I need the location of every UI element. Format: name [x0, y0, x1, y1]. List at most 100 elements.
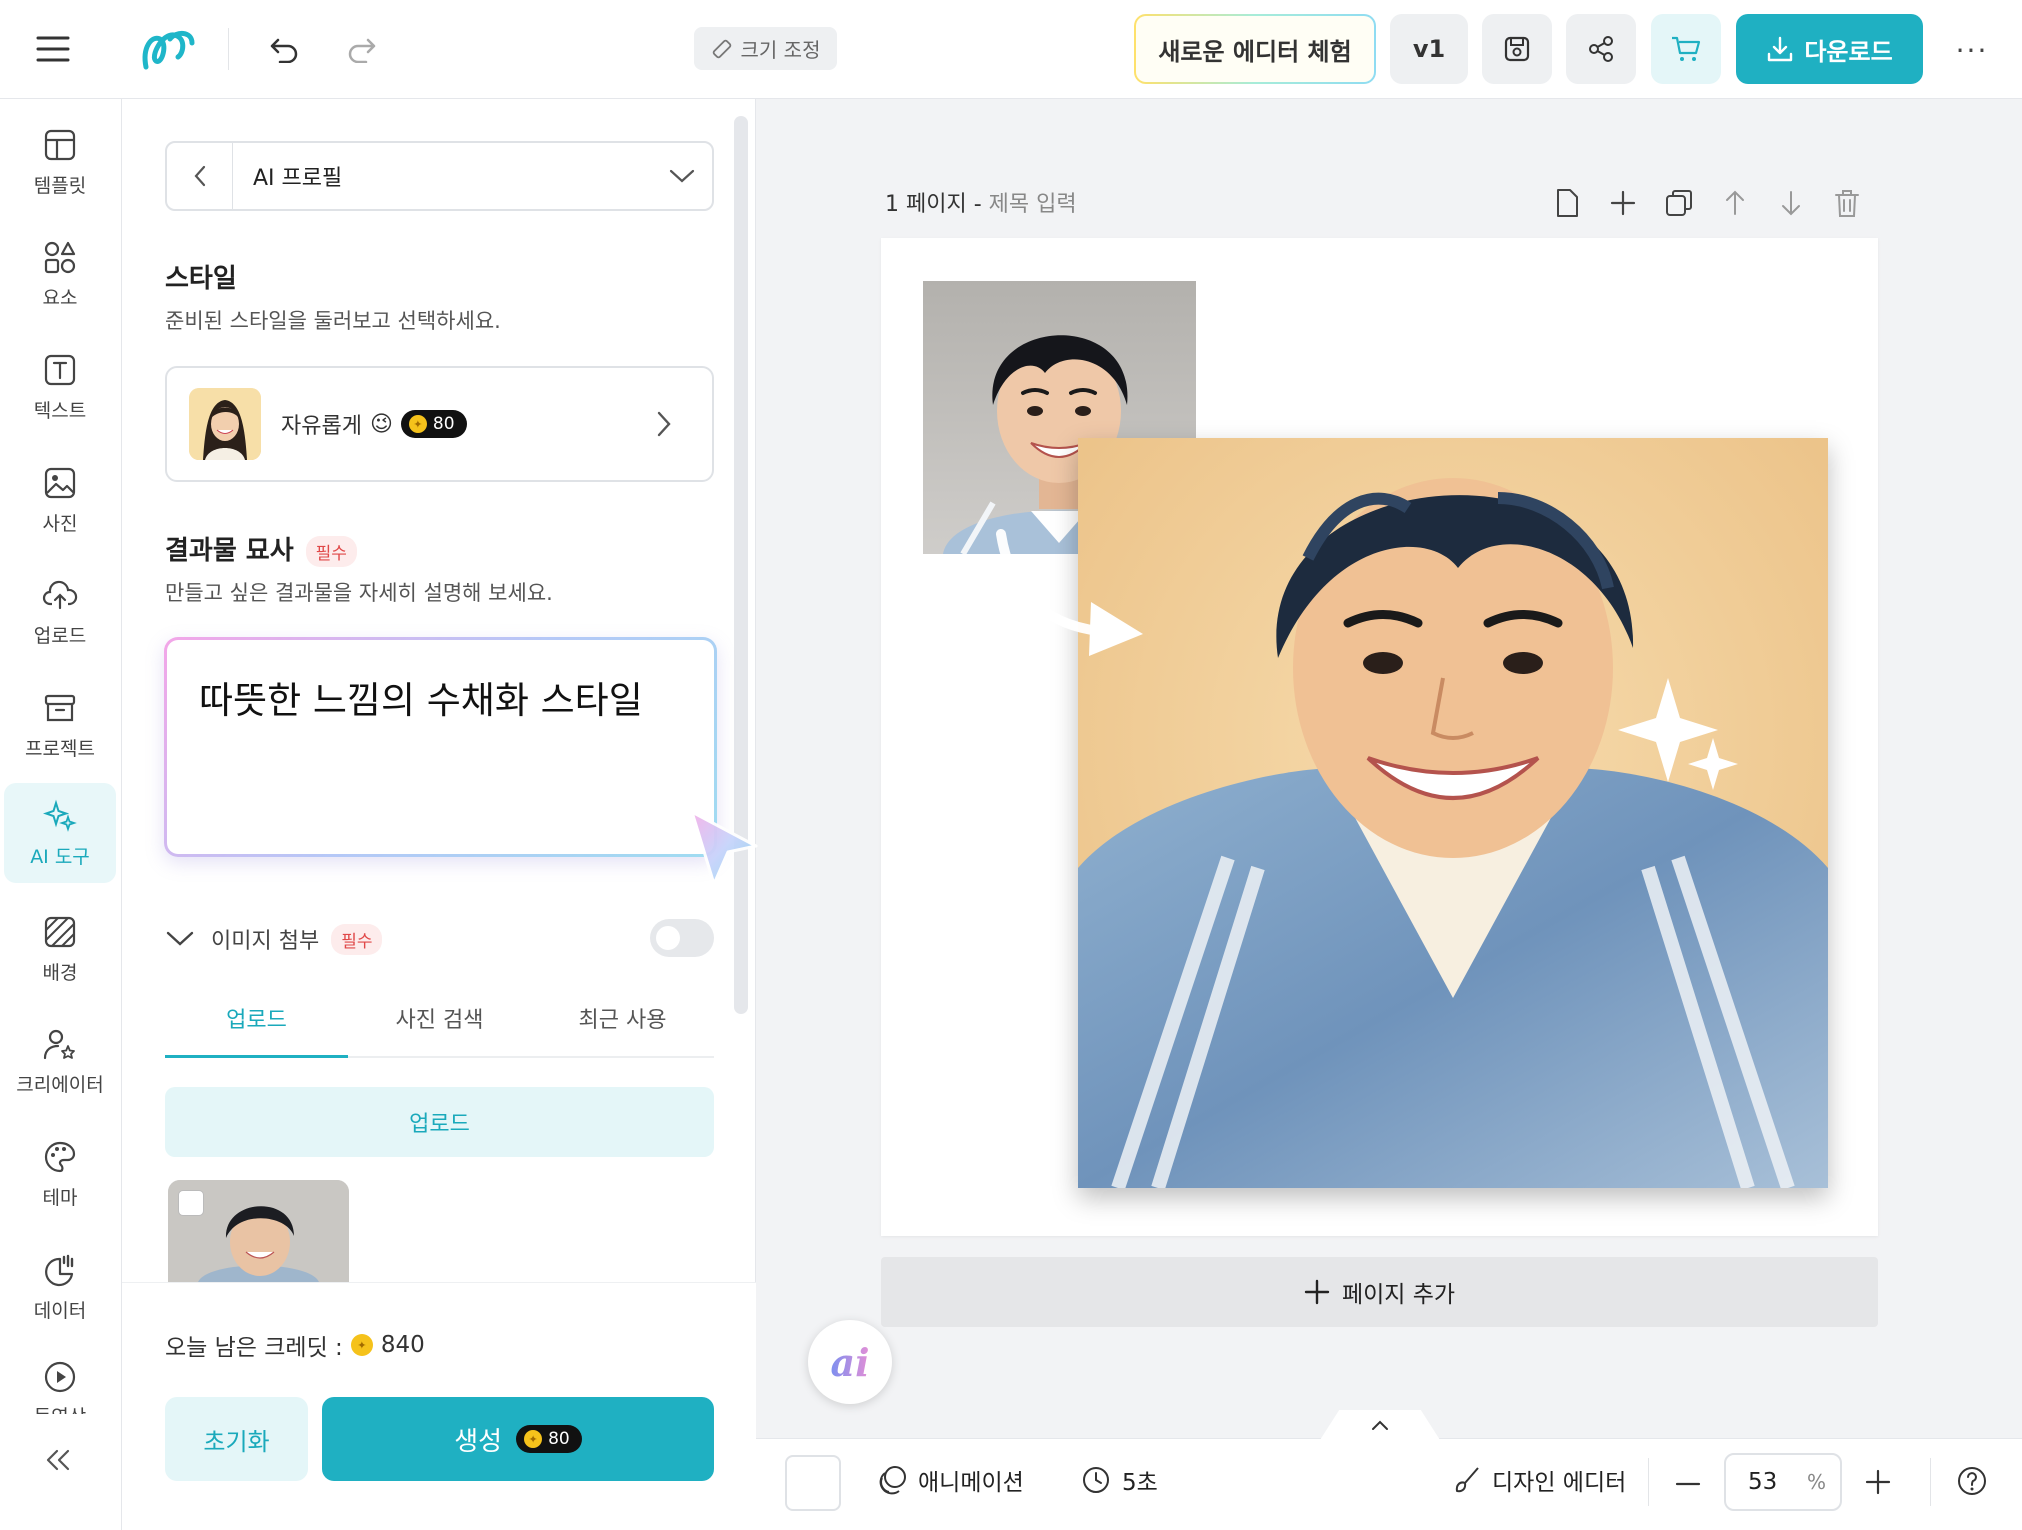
collapse-sidebar-icon[interactable] [38, 1440, 78, 1480]
save-icon [1504, 36, 1530, 62]
nav-label-templates: 템플릿 [33, 174, 87, 197]
background-color-swatch[interactable] [785, 1455, 841, 1511]
description-textarea-frame: 따뜻한 느낌의 수채화 스타일 [164, 637, 717, 857]
reset-button[interactable]: 초기화 [165, 1397, 308, 1481]
resize-button[interactable]: 크기 조정 [694, 27, 837, 70]
nav-item-ai-tools[interactable]: AI 도구 [4, 783, 116, 883]
tab-recent[interactable]: 최근 사용 [531, 996, 714, 1056]
chevron-down-icon[interactable] [165, 930, 195, 948]
expand-pages-tab[interactable] [1320, 1410, 1440, 1440]
nav-item-projects[interactable]: 프로젝트 [4, 675, 116, 775]
add-page-button[interactable]: 페이지 추가 [881, 1257, 1878, 1327]
design-editor-label: 디자인 에디터 [1492, 1470, 1627, 1496]
zoom-out-icon[interactable] [1674, 1470, 1702, 1498]
wink-emoji-icon: 😉 [369, 411, 393, 437]
duplicate-icon[interactable] [1660, 184, 1698, 222]
image-attach-row[interactable]: 이미지 첨부 필수 [165, 915, 714, 963]
divider [1648, 1458, 1649, 1506]
nav-item-templates[interactable]: 템플릿 [4, 112, 116, 212]
nav-label-text: 텍스트 [33, 399, 87, 422]
zoom-in-icon[interactable] [1864, 1468, 1892, 1496]
undo-icon[interactable] [262, 28, 306, 72]
image-attach-toggle[interactable] [650, 919, 714, 957]
zoom-input[interactable]: 53 % [1724, 1453, 1842, 1511]
nav-label-creator: 크리에이터 [16, 1073, 104, 1096]
duration-button[interactable]: 5초 [1080, 1463, 1158, 1497]
download-label: 다운로드 [1804, 37, 1893, 66]
ruler-icon [712, 39, 731, 58]
zoom-unit: % [1806, 1470, 1826, 1494]
brush-icon [1455, 1467, 1479, 1493]
nav-item-elements[interactable]: 요소 [4, 224, 116, 324]
image-select-checkbox[interactable] [178, 1190, 204, 1216]
add-icon[interactable] [1604, 184, 1642, 222]
tab-upload[interactable]: 업로드 [165, 996, 348, 1058]
ai-tool-select-value: AI 프로필 [253, 166, 343, 191]
zoom-value: 53 [1748, 1469, 1778, 1495]
transform-arrow-icon [996, 529, 1143, 656]
background-icon [42, 914, 78, 950]
page-number: 1 페이지 - [885, 192, 982, 217]
ai-logo-icon: ai [830, 1339, 870, 1385]
nav-label-video: 동영상 [34, 1402, 86, 1414]
style-section-title: 스타일 [165, 264, 237, 294]
download-button[interactable]: 다운로드 [1736, 14, 1923, 84]
back-icon[interactable] [167, 143, 233, 209]
nav-item-upload[interactable]: 업로드 [4, 562, 116, 662]
nav-item-text[interactable]: 텍스트 [4, 337, 116, 437]
generated-watercolor-portrait[interactable] [1078, 438, 1828, 1188]
style-thumbnail [189, 388, 261, 460]
nav-item-photos[interactable]: 사진 [4, 450, 116, 550]
generate-button[interactable]: 생성 ✦ 80 [322, 1397, 714, 1481]
generate-label: 생성 [454, 1426, 503, 1457]
save-button[interactable] [1482, 14, 1552, 84]
try-new-editor-button[interactable]: 새로운 에디터 체험 [1134, 14, 1376, 84]
remaining-credits: 오늘 남은 크레딧 : ✦ 840 [165, 1328, 425, 1362]
nav-label-elements: 요소 [42, 286, 78, 309]
style-cost-value: 80 [432, 414, 455, 434]
timer-icon [1083, 1467, 1109, 1493]
image-attach-label: 이미지 첨부 [211, 929, 320, 954]
chevron-down-icon [652, 168, 712, 184]
nav-label-theme: 테마 [42, 1186, 78, 1209]
style-selector-card[interactable]: 자유롭게 😉 ✦ 80 [165, 366, 714, 482]
creator-icon [42, 1026, 78, 1062]
nav-label-upload: 업로드 [33, 624, 87, 647]
menu-icon[interactable] [30, 26, 76, 72]
animation-button[interactable]: 애니메이션 [876, 1463, 1024, 1497]
description-textarea[interactable]: 따뜻한 느낌의 수채화 스타일 [167, 640, 714, 854]
nav-item-creator[interactable]: 크리에이터 [4, 1011, 116, 1111]
logo-icon[interactable] [138, 22, 198, 76]
version-button[interactable]: v1 [1390, 14, 1468, 84]
trash-icon[interactable] [1828, 184, 1866, 222]
plus-icon [1304, 1279, 1330, 1305]
palette-icon [42, 1139, 78, 1175]
ai-assistant-button[interactable]: ai [808, 1320, 892, 1404]
page-title-input[interactable]: 제목 입력 [989, 192, 1077, 217]
nav-item-data[interactable]: 데이터 [4, 1237, 116, 1337]
ai-tool-select[interactable]: AI 프로필 [165, 141, 714, 211]
page-icon[interactable] [1548, 184, 1586, 222]
more-options-icon[interactable]: ··· [1950, 28, 1994, 72]
divider [1930, 1458, 1931, 1506]
uploaded-image-thumbnail[interactable] [168, 1180, 349, 1282]
upload-button[interactable]: 업로드 [165, 1087, 714, 1157]
share-button[interactable] [1566, 14, 1636, 84]
nav-item-video[interactable]: 동영상 [4, 1350, 116, 1414]
help-icon[interactable] [1956, 1465, 1988, 1497]
design-page[interactable] [881, 238, 1878, 1236]
redo-icon[interactable] [340, 28, 384, 72]
add-page-label: 페이지 추가 [1341, 1282, 1456, 1308]
tab-photo-search[interactable]: 사진 검색 [348, 996, 531, 1056]
design-editor-button[interactable]: 디자인 에디터 [1452, 1463, 1626, 1497]
layout-icon [42, 127, 78, 163]
cart-button[interactable] [1651, 14, 1721, 84]
move-down-icon[interactable] [1772, 184, 1810, 222]
top-toolbar: 크기 조정 새로운 에디터 체험 v1 다운로드 ··· [0, 0, 2022, 99]
required-badge: 필수 [331, 923, 383, 955]
nav-item-background[interactable]: 배경 [4, 899, 116, 999]
move-up-icon[interactable] [1716, 184, 1754, 222]
nav-label-data: 데이터 [33, 1299, 87, 1322]
more-label: ··· [1955, 33, 1989, 67]
nav-item-theme[interactable]: 테마 [4, 1124, 116, 1224]
